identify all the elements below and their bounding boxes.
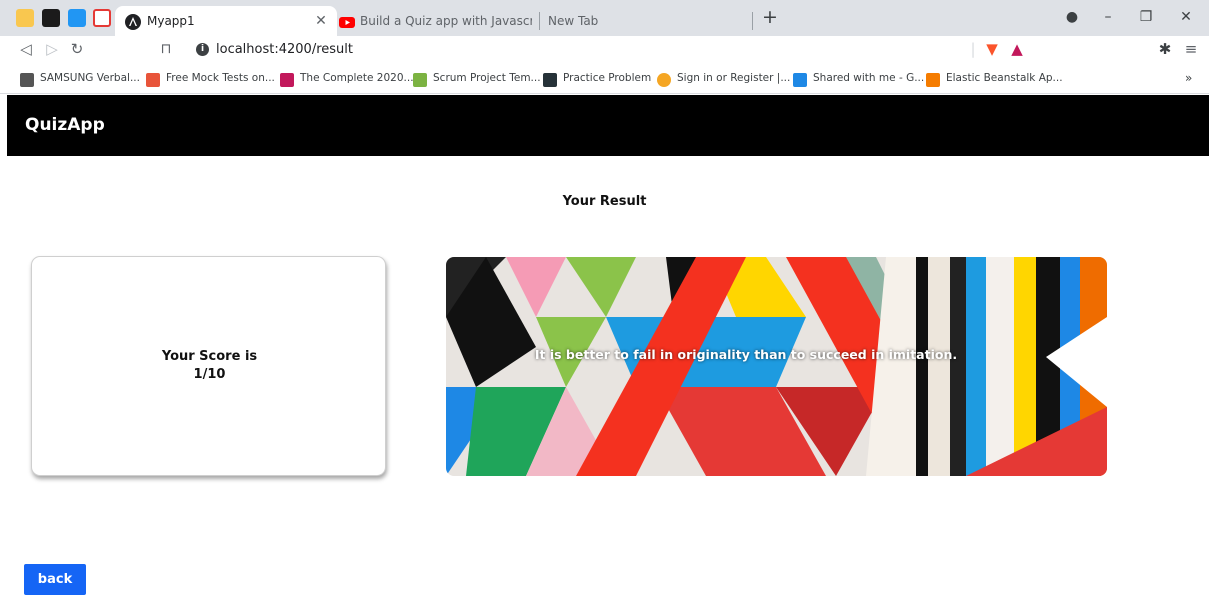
browser-tab-strip: Myapp1 ✕ Build a Quiz app with Javascrip… [0, 0, 1209, 36]
score-label: Your Score is [161, 349, 258, 364]
restore-icon[interactable]: ❐ [1136, 9, 1156, 25]
tab-separator [752, 12, 753, 30]
brave-shield-icon[interactable]: ▼ [982, 40, 1002, 58]
bookmark-favicon-icon [543, 73, 557, 87]
bookmark-favicon-icon [280, 73, 294, 87]
abstract-background-image [446, 257, 1107, 476]
page-title: Your Result [562, 194, 647, 209]
back-arrow-icon[interactable]: ◁ [16, 40, 36, 58]
bookmark-favicon-icon [657, 73, 671, 87]
bookmark-favicon-icon [146, 73, 160, 87]
bookmark-favicon-icon [413, 73, 427, 87]
bookmark-label: SAMSUNG Verbal... [40, 72, 140, 84]
brand-logo[interactable]: QuizApp [25, 115, 105, 135]
app-header: QuizApp [7, 95, 1209, 156]
youtube-icon [339, 14, 355, 30]
record-icon[interactable]: ● [1062, 9, 1082, 25]
site-info-icon[interactable]: i [196, 43, 209, 56]
url-text: localhost:4200/result [216, 42, 353, 57]
close-tab-icon[interactable]: ✕ [313, 13, 329, 29]
forward-arrow-icon[interactable]: ▷ [42, 40, 62, 58]
tab-myapp1[interactable]: Myapp1 ✕ [115, 6, 337, 36]
tab-title: Myapp1 [147, 14, 195, 28]
bookmark-label: Practice Problem [563, 72, 652, 84]
bookmark-label: The Complete 2020... [300, 72, 414, 84]
bookmark-label: Shared with me - G... [813, 72, 925, 84]
angular-icon [125, 14, 141, 30]
pinned-tab-y-icon[interactable] [68, 9, 86, 27]
browser-toolbar: ◁ ▷ ↻ ⊓ i localhost:4200/result | ▼ ▲ ✱ … [0, 36, 1209, 64]
quote-card: It is better to fail in originality than… [446, 257, 1107, 476]
bookmark-label: Sign in or Register |... [677, 72, 791, 84]
bookmark-favicon-icon [926, 73, 940, 87]
tab-separator [539, 12, 540, 30]
menu-icon[interactable]: ≡ [1181, 40, 1201, 58]
bookmark-favicon-icon [20, 73, 34, 87]
pinned-tab-script-icon[interactable] [93, 9, 111, 27]
pinned-tab-ni-icon[interactable] [42, 9, 60, 27]
quote-text: It is better to fail in originality than… [534, 347, 958, 362]
reload-icon[interactable]: ↻ [67, 40, 87, 58]
bookmarks-bar: SAMSUNG Verbal... Free Mock Tests on... … [0, 64, 1209, 94]
score-text: Your Score is 1/10 [32, 348, 387, 384]
close-window-icon[interactable]: ✕ [1176, 9, 1196, 25]
new-tab-button[interactable]: + [760, 6, 780, 28]
bookmark-icon[interactable]: ⊓ [156, 41, 176, 57]
extensions-icon[interactable]: ✱ [1155, 40, 1175, 58]
score-card: Your Score is 1/10 [31, 256, 386, 476]
separator-icon: | [970, 40, 976, 58]
score-value: 1/10 [193, 367, 226, 382]
tab-new-tab[interactable]: New Tab [544, 6, 749, 36]
tab-title: Build a Quiz app with Javascript/Angu [360, 14, 532, 28]
pinned-tab-chart-icon[interactable] [16, 9, 34, 27]
brave-rewards-icon[interactable]: ▲ [1007, 40, 1027, 58]
drive-icon [793, 73, 807, 87]
bookmark-label: Elastic Beanstalk Ap... [946, 72, 1063, 84]
bookmark-label: Free Mock Tests on... [166, 72, 275, 84]
back-button[interactable]: back [24, 564, 86, 595]
address-bar[interactable]: i localhost:4200/result [180, 38, 1035, 62]
bookmark-label: Scrum Project Tem... [433, 72, 541, 84]
minimize-icon[interactable]: – [1098, 9, 1118, 25]
tab-title: New Tab [548, 14, 599, 28]
more-bookmarks-button[interactable]: » [1185, 71, 1192, 89]
tab-youtube[interactable]: Build a Quiz app with Javascript/Angu [337, 6, 537, 36]
